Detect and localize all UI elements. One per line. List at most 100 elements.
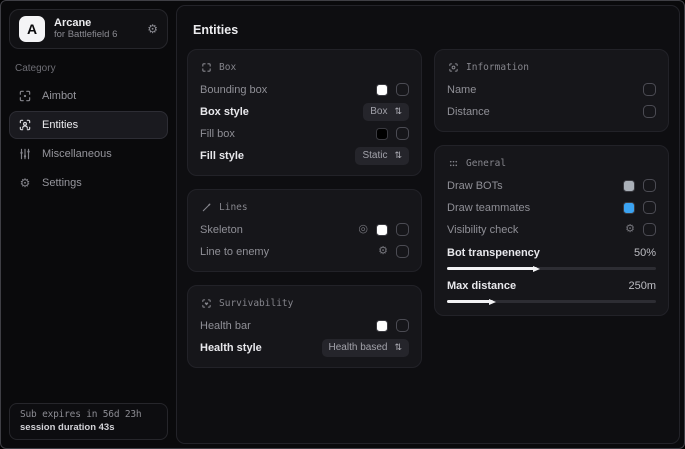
setting-label: Box style bbox=[200, 106, 249, 118]
slider-value: 250m bbox=[628, 280, 656, 292]
dropdown-value: Health based bbox=[329, 342, 388, 353]
page-title: Entities bbox=[193, 23, 669, 37]
app-logo: A bbox=[19, 16, 45, 42]
setting-label: Health bar bbox=[200, 320, 251, 332]
draw-teammates-checkbox[interactable] bbox=[643, 201, 656, 214]
skeleton-checkbox[interactable] bbox=[396, 223, 409, 236]
color-swatch[interactable] bbox=[623, 202, 635, 214]
setting-row-fill-style: Fill style Static ⇅ bbox=[200, 145, 409, 166]
sliders-icon bbox=[18, 147, 32, 161]
gear-icon: ⚙ bbox=[18, 176, 32, 190]
bounding-box-checkbox[interactable] bbox=[396, 83, 409, 96]
slider-thumb[interactable] bbox=[489, 299, 496, 305]
fill-box-checkbox[interactable] bbox=[396, 127, 409, 140]
category-label: Category bbox=[15, 63, 168, 74]
card-header: Lines bbox=[200, 199, 409, 215]
setting-row-fill-box: Fill box bbox=[200, 123, 409, 144]
color-swatch[interactable] bbox=[623, 180, 635, 192]
setting-row-health-bar: Health bar bbox=[200, 315, 409, 336]
setting-row-name: Name bbox=[447, 79, 656, 100]
card-title: Information bbox=[466, 62, 529, 73]
visibility-check-checkbox[interactable] bbox=[643, 223, 656, 236]
card-header: Survivability bbox=[200, 295, 409, 311]
color-swatch[interactable] bbox=[376, 224, 388, 236]
sidebar-item-miscellaneous[interactable]: Miscellaneous bbox=[9, 140, 168, 168]
sidebar-item-aimbot[interactable]: Aimbot bbox=[9, 82, 168, 110]
slider-group-bot-transparency: Bot transpenency 50% bbox=[447, 244, 656, 273]
dropdown-value: Static bbox=[362, 150, 387, 161]
setting-label: Draw BOTs bbox=[447, 180, 503, 192]
sidebar-item-label: Aimbot bbox=[42, 90, 76, 102]
fill-style-dropdown[interactable]: Static ⇅ bbox=[355, 147, 409, 165]
app-subtitle: for Battlefield 6 bbox=[54, 30, 138, 41]
subscription-info-box: Sub expires in 56d 23h session duration … bbox=[9, 403, 168, 440]
color-swatch[interactable] bbox=[376, 84, 388, 96]
setting-label: Draw teammates bbox=[447, 202, 530, 214]
name-checkbox[interactable] bbox=[643, 83, 656, 96]
setting-row-draw-teammates: Draw teammates bbox=[447, 197, 656, 218]
sidebar-nav: Aimbot Entities bbox=[9, 82, 168, 197]
unfold-icon: ⇅ bbox=[394, 106, 402, 117]
setting-label: Line to enemy bbox=[200, 246, 269, 258]
card-header: Information bbox=[447, 59, 656, 75]
card-lines: Lines Skeleton ◎ Line to enemy ⚙ bbox=[187, 189, 422, 272]
slider-thumb[interactable] bbox=[533, 266, 540, 272]
health-bar-checkbox[interactable] bbox=[396, 319, 409, 332]
unfold-icon: ⇅ bbox=[394, 342, 402, 353]
health-style-dropdown[interactable]: Health based ⇅ bbox=[322, 339, 409, 357]
gear-icon[interactable]: ⚙ bbox=[147, 23, 158, 35]
card-title: Box bbox=[219, 62, 236, 73]
box-style-dropdown[interactable]: Box ⇅ bbox=[363, 103, 409, 121]
setting-row-line-to-enemy: Line to enemy ⚙ bbox=[200, 241, 409, 262]
card-survivability: Survivability Health bar Health style bbox=[187, 285, 422, 368]
sidebar-item-settings[interactable]: ⚙ Settings bbox=[9, 169, 168, 197]
pencil-line-icon bbox=[200, 201, 212, 213]
sidebar-item-label: Miscellaneous bbox=[42, 148, 112, 160]
slider-label: Bot transpenency bbox=[447, 247, 540, 259]
bot-transparency-slider[interactable] bbox=[447, 264, 656, 273]
line-to-enemy-checkbox[interactable] bbox=[396, 245, 409, 258]
slider-group-max-distance: Max distance 250m bbox=[447, 277, 656, 306]
gear-icon[interactable]: ⚙ bbox=[378, 246, 388, 257]
card-information: Information Name Distance bbox=[434, 49, 669, 132]
color-swatch[interactable] bbox=[376, 320, 388, 332]
setting-label: Name bbox=[447, 84, 476, 96]
grid-dots-icon bbox=[447, 157, 459, 169]
card-title: Lines bbox=[219, 202, 248, 213]
card-box: Box Bounding box Box style Box bbox=[187, 49, 422, 176]
max-distance-slider[interactable] bbox=[447, 297, 656, 306]
unfold-icon: ⇅ bbox=[394, 150, 402, 161]
gear-icon[interactable]: ⚙ bbox=[625, 224, 635, 235]
crosshair-icon bbox=[18, 89, 32, 103]
right-column: Information Name Distance bbox=[434, 49, 669, 368]
setting-label: Visibility check bbox=[447, 224, 518, 236]
brand-card: A Arcane for Battlefield 6 ⚙ bbox=[9, 9, 168, 49]
slider-fill bbox=[447, 267, 537, 270]
sidebar-item-label: Settings bbox=[42, 177, 82, 189]
scope-settings-icon[interactable]: ◎ bbox=[358, 224, 368, 235]
left-column: Box Bounding box Box style Box bbox=[187, 49, 422, 368]
slider-fill bbox=[447, 300, 493, 303]
setting-row-health-style: Health style Health based ⇅ bbox=[200, 337, 409, 358]
slider-label: Max distance bbox=[447, 280, 516, 292]
settings-columns: Box Bounding box Box style Box bbox=[187, 49, 669, 368]
draw-bots-checkbox[interactable] bbox=[643, 179, 656, 192]
app-name: Arcane bbox=[54, 17, 138, 30]
slider-value: 50% bbox=[634, 247, 656, 259]
setting-row-box-style: Box style Box ⇅ bbox=[200, 101, 409, 122]
card-header: General bbox=[447, 155, 656, 171]
sidebar-item-entities[interactable]: Entities bbox=[9, 111, 168, 139]
setting-row-distance: Distance bbox=[447, 101, 656, 122]
main-panel: Entities Box Bounding box bbox=[176, 5, 680, 444]
setting-label: Fill box bbox=[200, 128, 235, 140]
sidebar: A Arcane for Battlefield 6 ⚙ Category Ai… bbox=[1, 1, 176, 448]
card-title: Survivability bbox=[219, 298, 293, 309]
distance-checkbox[interactable] bbox=[643, 105, 656, 118]
card-general: General Draw BOTs Draw teammates bbox=[434, 145, 669, 316]
color-swatch[interactable] bbox=[376, 128, 388, 140]
sub-expiry-text: Sub expires in 56d 23h bbox=[20, 409, 157, 420]
setting-row-skeleton: Skeleton ◎ bbox=[200, 219, 409, 240]
setting-label: Skeleton bbox=[200, 224, 243, 236]
person-scan-icon bbox=[18, 118, 32, 132]
setting-row-draw-bots: Draw BOTs bbox=[447, 175, 656, 196]
